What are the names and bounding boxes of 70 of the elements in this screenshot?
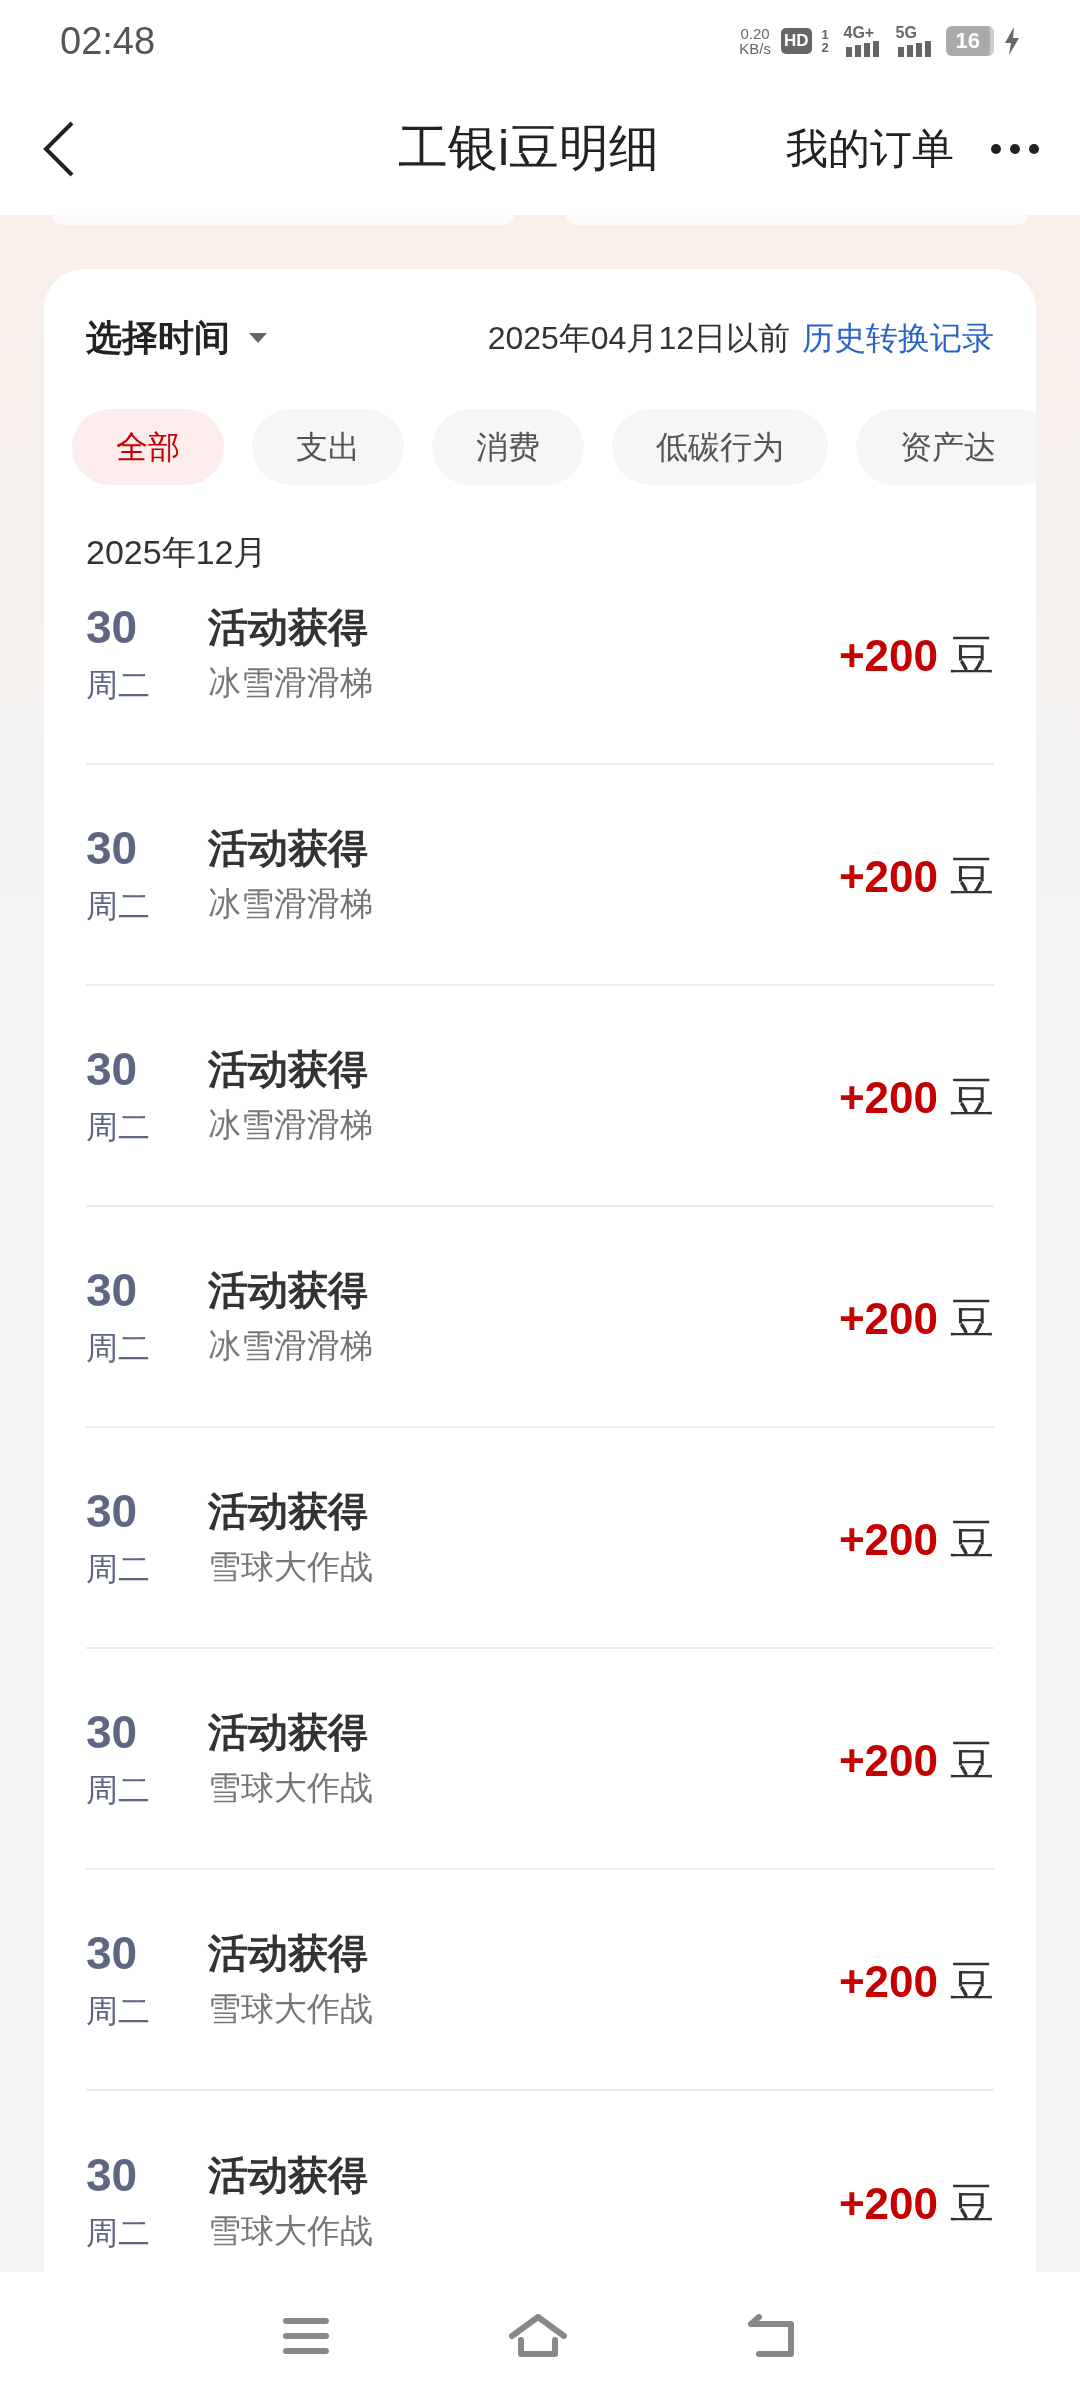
points-amount: +200	[838, 1292, 938, 1345]
points-amount: +200	[838, 1955, 938, 2008]
record-detail: 雪球大作战	[208, 2210, 373, 2251]
day-number: 30	[86, 1262, 139, 1318]
orders-link[interactable]: 我的订单	[786, 117, 954, 180]
record-detail: 冰雪滑滑梯	[208, 662, 373, 703]
record-title: 活动获得	[208, 603, 369, 651]
weekday: 周二	[86, 886, 151, 926]
points-amount: +200	[838, 1071, 938, 1124]
month-label: 2025年12月	[86, 532, 268, 573]
day-number: 30	[86, 1704, 139, 1760]
points-unit: 豆	[950, 1955, 994, 2008]
hd-badge: HD	[780, 28, 812, 54]
filter-tab[interactable]: 低碳行为	[612, 409, 828, 485]
time-picker[interactable]: 选择时间	[86, 311, 268, 365]
points-unit: 豆	[950, 1513, 994, 1566]
record-detail: 冰雪滑滑梯	[208, 1325, 373, 1366]
points-unit: 豆	[950, 1071, 994, 1124]
points-amount: +200	[838, 1513, 938, 1566]
points-unit: 豆	[950, 2177, 994, 2230]
weekday: 周二	[86, 2213, 151, 2253]
points-amount: +200	[838, 629, 938, 682]
record-detail: 雪球大作战	[208, 1767, 373, 1808]
day-number: 30	[86, 1483, 139, 1539]
record-detail: 冰雪滑滑梯	[208, 883, 373, 924]
home-icon[interactable]	[509, 2314, 567, 2358]
history-link[interactable]: 历史转换记录	[802, 314, 994, 362]
points-unit: 豆	[950, 1292, 994, 1345]
day-number: 30	[86, 820, 139, 876]
network-speed: 0.20 KB/s	[739, 26, 771, 56]
charging-icon	[1004, 27, 1020, 55]
points-unit: 豆	[950, 629, 994, 682]
filter-tab[interactable]: 支出	[252, 409, 404, 485]
weekday: 周二	[86, 665, 151, 705]
page-title: 工银i豆明细	[398, 119, 660, 178]
sim-slots: 1 2	[821, 28, 834, 54]
record-detail: 雪球大作战	[208, 1546, 373, 1587]
record-detail: 冰雪滑滑梯	[208, 1104, 373, 1145]
record-title: 活动获得	[208, 1929, 369, 1977]
points-unit: 豆	[950, 1734, 994, 1787]
weekday: 周二	[86, 1107, 151, 1147]
points-amount: +200	[838, 1734, 938, 1787]
day-number: 30	[86, 599, 139, 655]
more-icon[interactable]	[990, 142, 1040, 155]
menu-icon[interactable]	[283, 2317, 329, 2355]
weekday: 周二	[86, 1549, 151, 1589]
day-number: 30	[86, 2147, 139, 2203]
filter-tab[interactable]: 消费	[432, 409, 584, 485]
filter-tab[interactable]: 资产达	[856, 409, 1036, 485]
record-title: 活动获得	[208, 1266, 369, 1314]
day-number: 30	[86, 1925, 139, 1981]
date-note: 2025年04月12日以前	[487, 319, 790, 358]
weekday: 周二	[86, 1991, 151, 2031]
weekday: 周二	[86, 1328, 151, 1368]
record-title: 活动获得	[208, 824, 369, 872]
back-gesture-icon[interactable]	[747, 2314, 797, 2358]
dropdown-caret-icon[interactable]	[248, 332, 268, 344]
points-amount: +200	[838, 2177, 938, 2230]
record-title: 活动获得	[208, 1487, 369, 1535]
weekday: 周二	[86, 1770, 151, 1810]
record-title: 活动获得	[208, 1045, 369, 1093]
points-amount: +200	[838, 850, 938, 903]
record-detail: 雪球大作战	[208, 1988, 373, 2029]
filter-tab[interactable]: 全部	[72, 409, 224, 485]
day-number: 30	[86, 1041, 139, 1097]
points-unit: 豆	[950, 850, 994, 903]
record-title: 活动获得	[208, 1708, 369, 1756]
battery-icon: 16	[945, 26, 994, 56]
record-title: 活动获得	[208, 2151, 369, 2199]
status-time: 02:48	[60, 18, 156, 64]
